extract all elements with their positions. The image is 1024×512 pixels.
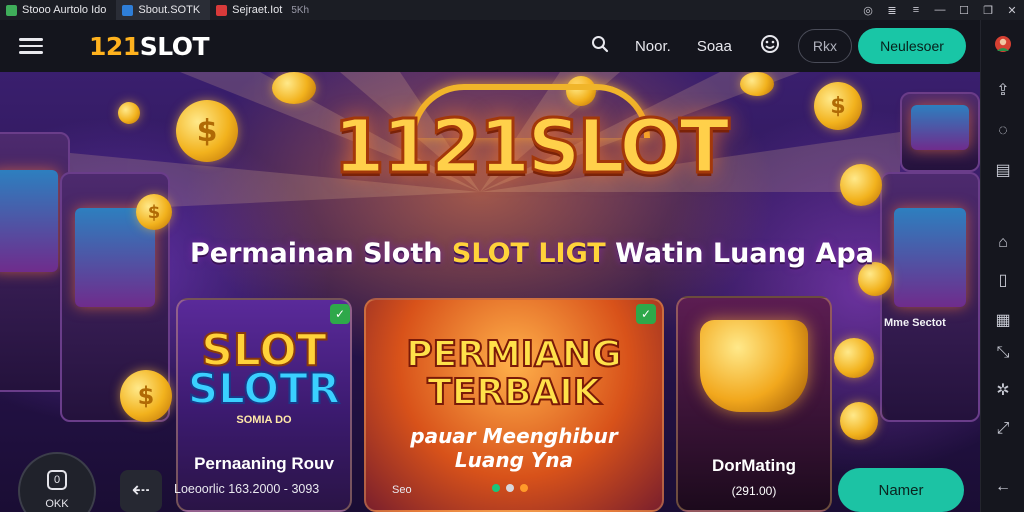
avatar-icon[interactable] <box>992 34 1014 56</box>
coin-icon: $ <box>136 194 172 230</box>
coin-icon <box>834 338 874 378</box>
browser-tab-3[interactable]: Sejraet.Iot 5Kh <box>210 0 319 20</box>
square-icon: 0 <box>47 470 67 490</box>
green-square-icon <box>6 4 17 16</box>
resize-icon[interactable]: ⤡ <box>992 342 1014 364</box>
coin-icon <box>118 102 140 124</box>
back-arrow-icon: ⇠ <box>131 477 151 502</box>
card-art-line-2: TERBAIK <box>426 372 601 413</box>
hamburger-menu-icon[interactable] <box>19 38 43 54</box>
carousel-dots[interactable] <box>492 484 528 492</box>
subtitle-highlight: SLOT LIGT <box>451 238 606 269</box>
game-card-2[interactable]: ✓ PERMIANG TERBAIK pauar Meenghibur Luan… <box>364 298 664 512</box>
coin-icon <box>740 72 774 96</box>
nav-link-1[interactable]: Noor. <box>635 38 671 55</box>
home-icon[interactable]: ⌂ <box>992 232 1014 254</box>
browser-tab-1[interactable]: Stooo Aurtolo Ido <box>0 0 116 20</box>
browser-tab-2[interactable]: Sbout.SOTK <box>116 0 211 20</box>
tab-label: Sbout.SOTK <box>138 4 201 16</box>
card-art-line-2: SLOTR <box>187 364 341 413</box>
list-icon[interactable]: ≣ <box>880 4 904 17</box>
emoji-icon[interactable] <box>760 34 780 59</box>
check-badge-icon: ✓ <box>330 304 350 324</box>
subtitle-part-1: Permainan Sloth <box>190 238 452 269</box>
coin-icon: $ <box>176 100 238 162</box>
coin-icon <box>840 402 878 440</box>
game-card-1[interactable]: ✓ SLOT SLOTR SOMIA DO Pernaaning Rouv <box>176 298 352 512</box>
carousel-dot[interactable] <box>506 484 514 492</box>
search-icon[interactable] <box>591 35 609 58</box>
hero-banner: $ $ $ $ 1121SLOT Permainan Sloth SLOT LI… <box>0 72 980 512</box>
carousel-dot[interactable] <box>520 484 528 492</box>
side-note: Mme Sectot <box>884 317 946 329</box>
share-icon[interactable]: ⇪ <box>992 80 1014 102</box>
browser-sidebar: ⇪ ◌ ▤ ⌂ ▯ ▦ ⤡ ✲ ⤢ ← <box>980 20 1024 512</box>
document-icon[interactable]: ▤ <box>992 160 1014 182</box>
bottom-action-button[interactable]: Namer <box>838 468 964 512</box>
coin-icon <box>840 164 882 206</box>
back-button[interactable]: ⇠ <box>120 470 162 512</box>
bookmark-icon[interactable]: ▯ <box>992 270 1014 292</box>
card-art-line-1: PERMIANG <box>405 334 622 375</box>
login-button[interactable]: Rkx <box>797 29 852 63</box>
menu-icon[interactable]: ≡ <box>904 4 928 16</box>
footer-info-text: Loeoorlic 163.2000 - 3093 <box>174 482 320 496</box>
tab-close[interactable]: 5Kh <box>291 5 309 16</box>
browser-tab-bar: Stooo Aurtolo Ido Sbout.SOTK Sejraet.Iot… <box>0 0 1024 20</box>
register-button[interactable]: Neulesoer <box>858 28 966 64</box>
maximize-icon[interactable]: ☐ <box>952 4 976 17</box>
settings-icon[interactable]: ✲ <box>992 380 1014 402</box>
logo-word: SLOT <box>139 31 210 61</box>
subtitle-part-2: Watin Luang Apa <box>605 238 874 269</box>
grid-icon[interactable]: ▦ <box>992 310 1014 332</box>
gold-pot-icon <box>700 320 808 412</box>
blue-square-icon <box>122 4 134 16</box>
header-actions: Noor. Soaa Rkx Neulesoer <box>591 20 966 72</box>
footer-info-text-2: Seo <box>392 484 412 496</box>
card-caption: DorMating <box>711 456 797 475</box>
chat-icon[interactable]: ◌ <box>992 120 1014 142</box>
site-header: 121SLOT Noor. Soaa Rkx Neulesoer <box>0 20 980 72</box>
window-controls: ◎ ≣ ≡ — ☐ ❐ ✕ <box>856 0 1024 20</box>
coin-icon <box>272 72 316 104</box>
tab-label: Sejraet.Iot <box>232 4 283 16</box>
site-logo[interactable]: 121SLOT <box>89 31 210 61</box>
slot-machine-right-top <box>900 92 980 172</box>
check-badge-icon: ✓ <box>636 304 656 324</box>
app-root: Stooo Aurtolo Ido Sbout.SOTK Sejraet.Iot… <box>0 0 1024 512</box>
minimize-icon[interactable]: — <box>928 4 952 16</box>
hero-subtitle: Permainan Sloth SLOT LIGT Watin Luang Ap… <box>190 238 874 269</box>
coin-icon: $ <box>814 82 862 130</box>
logo-number: 121 <box>89 31 140 61</box>
control-label: OKK <box>45 498 69 510</box>
card-value: (291.00) <box>731 484 777 498</box>
back-arrow-icon[interactable]: ← <box>992 476 1014 498</box>
game-card-3[interactable]: DorMating (291.00) <box>676 296 832 512</box>
circle-icon[interactable]: ◎ <box>856 4 880 17</box>
card-caption: Pernaaning Rouv <box>194 454 334 473</box>
coin-icon: $ <box>120 370 172 422</box>
hero-title: 1121SLOT <box>332 103 731 192</box>
nav-link-2[interactable]: Soaa <box>697 38 732 55</box>
expand-icon[interactable]: ⤢ <box>992 418 1014 440</box>
restore-icon[interactable]: ❐ <box>976 4 1000 17</box>
slot-machine-right <box>880 172 980 422</box>
close-icon[interactable]: ✕ <box>1000 4 1024 17</box>
card-art-line-3: pauar Meenghibur <box>410 424 618 448</box>
tab-label: Stooo Aurtolo Ido <box>22 4 107 16</box>
red-square-icon <box>216 4 228 16</box>
card-art-line-4: Luang Yna <box>454 448 574 472</box>
card-art-small: SOMIA DO <box>236 414 292 426</box>
carousel-dot[interactable] <box>492 484 500 492</box>
